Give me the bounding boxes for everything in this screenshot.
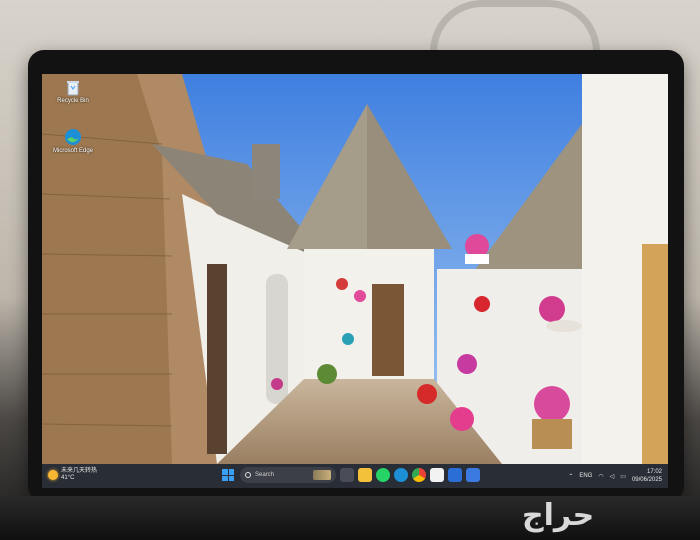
edge-icon[interactable] <box>394 468 408 482</box>
clock-time: 17:02 <box>646 469 662 475</box>
desktop-icon-label: Recycle Bin <box>57 98 89 104</box>
chevron-up-icon[interactable]: ⌃ <box>568 473 573 480</box>
store-icon[interactable] <box>430 468 444 482</box>
desktop-wallpaper <box>42 74 668 464</box>
search-box[interactable]: Search <box>240 467 336 483</box>
desktop-icon-recycle-bin[interactable]: Recycle Bin <box>50 78 96 104</box>
search-icon <box>245 472 251 478</box>
whatsapp-icon[interactable] <box>376 468 390 482</box>
taskbar-center: Search <box>220 467 480 483</box>
clock-date: 09/06/2025 <box>631 477 662 483</box>
laptop-keyboard-deck <box>0 496 700 540</box>
chrome-icon[interactable] <box>412 468 426 482</box>
system-tray: ⌃ ENG ◠ ◁ ▭ 17:02 09/06/2025 <box>568 468 662 484</box>
file-explorer-icon[interactable] <box>358 468 372 482</box>
watermark-logo: حراج <box>522 498 595 533</box>
weather-text: 未来几天转热 <box>61 468 98 474</box>
laptop-screen: Recycle Bin Microsoft Edge 未来几天转热 41°C S… <box>42 74 668 488</box>
app-icon[interactable] <box>466 468 480 482</box>
clock[interactable]: 17:02 09/06/2025 <box>632 468 662 484</box>
task-view-icon[interactable] <box>340 468 354 482</box>
mail-icon[interactable] <box>448 468 462 482</box>
background-loop-object <box>430 0 600 52</box>
edge-icon <box>65 129 81 145</box>
recycle-bin-icon <box>67 81 79 96</box>
language-indicator[interactable]: ENG <box>579 473 592 479</box>
sun-icon <box>48 470 58 480</box>
weather-widget[interactable]: 未来几天转热 41°C <box>48 468 97 482</box>
search-highlight-icon <box>313 470 331 480</box>
weather-temperature: 41°C <box>61 475 75 481</box>
wifi-icon[interactable]: ◠ <box>598 473 603 480</box>
volume-icon[interactable]: ◁ <box>610 473 615 480</box>
battery-icon[interactable]: ▭ <box>620 473 626 480</box>
search-placeholder: Search <box>255 472 275 478</box>
desktop-icon-edge[interactable]: Microsoft Edge <box>50 128 96 154</box>
taskbar: 未来几天转热 41°C Search ⌃ ENG ◠ ◁ ▭ 17:02 09/… <box>42 464 668 488</box>
start-button[interactable] <box>220 467 236 483</box>
desktop-icon-label: Microsoft Edge <box>52 148 94 154</box>
